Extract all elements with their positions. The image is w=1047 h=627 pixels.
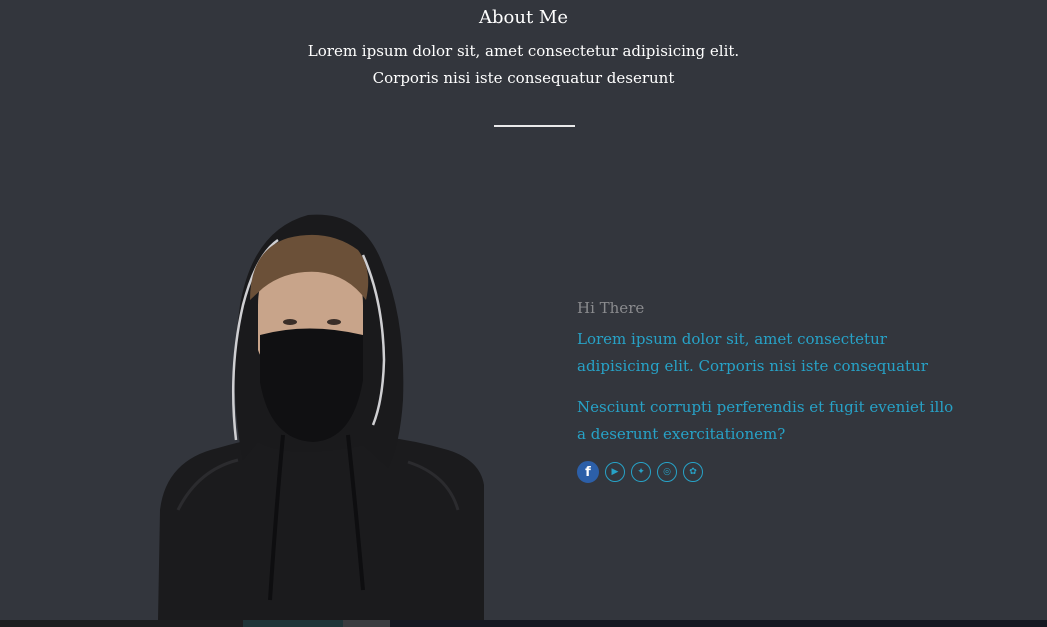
strip-segment xyxy=(243,620,343,627)
about-paragraph-1: Lorem ipsum dolor sit, amet consectetur … xyxy=(577,330,928,375)
strip-segment xyxy=(390,620,1047,627)
next-section-edge xyxy=(0,620,1047,627)
section-title: About Me xyxy=(479,7,568,28)
facebook-icon[interactable]: f xyxy=(577,461,599,483)
instagram-icon[interactable]: ◎ xyxy=(657,462,677,482)
intro-line-2: Corporis nisi iste consequatur deserunt xyxy=(372,69,675,87)
intro-line-1: Lorem ipsum dolor sit, amet consectetur … xyxy=(307,42,740,60)
about-text: Hi There Lorem ipsum dolor sit, amet con… xyxy=(577,296,957,483)
social-links: f ▶ ✦ ◎ ✿ xyxy=(577,461,957,483)
profile-photo xyxy=(158,214,484,620)
strip-segment xyxy=(343,620,390,627)
about-paragraph-2: Nesciunt corrupti perferendis et fugit e… xyxy=(577,398,954,443)
twitter-icon[interactable]: ✦ xyxy=(631,462,651,482)
dribbble-icon[interactable]: ✿ xyxy=(683,462,703,482)
greeting: Hi There xyxy=(577,299,645,317)
youtube-icon[interactable]: ▶ xyxy=(605,462,625,482)
about-section: About Me Lorem ipsum dolor sit, amet con… xyxy=(0,0,1047,627)
section-intro: Lorem ipsum dolor sit, amet consectetur … xyxy=(0,38,1047,92)
title-divider xyxy=(494,125,575,127)
